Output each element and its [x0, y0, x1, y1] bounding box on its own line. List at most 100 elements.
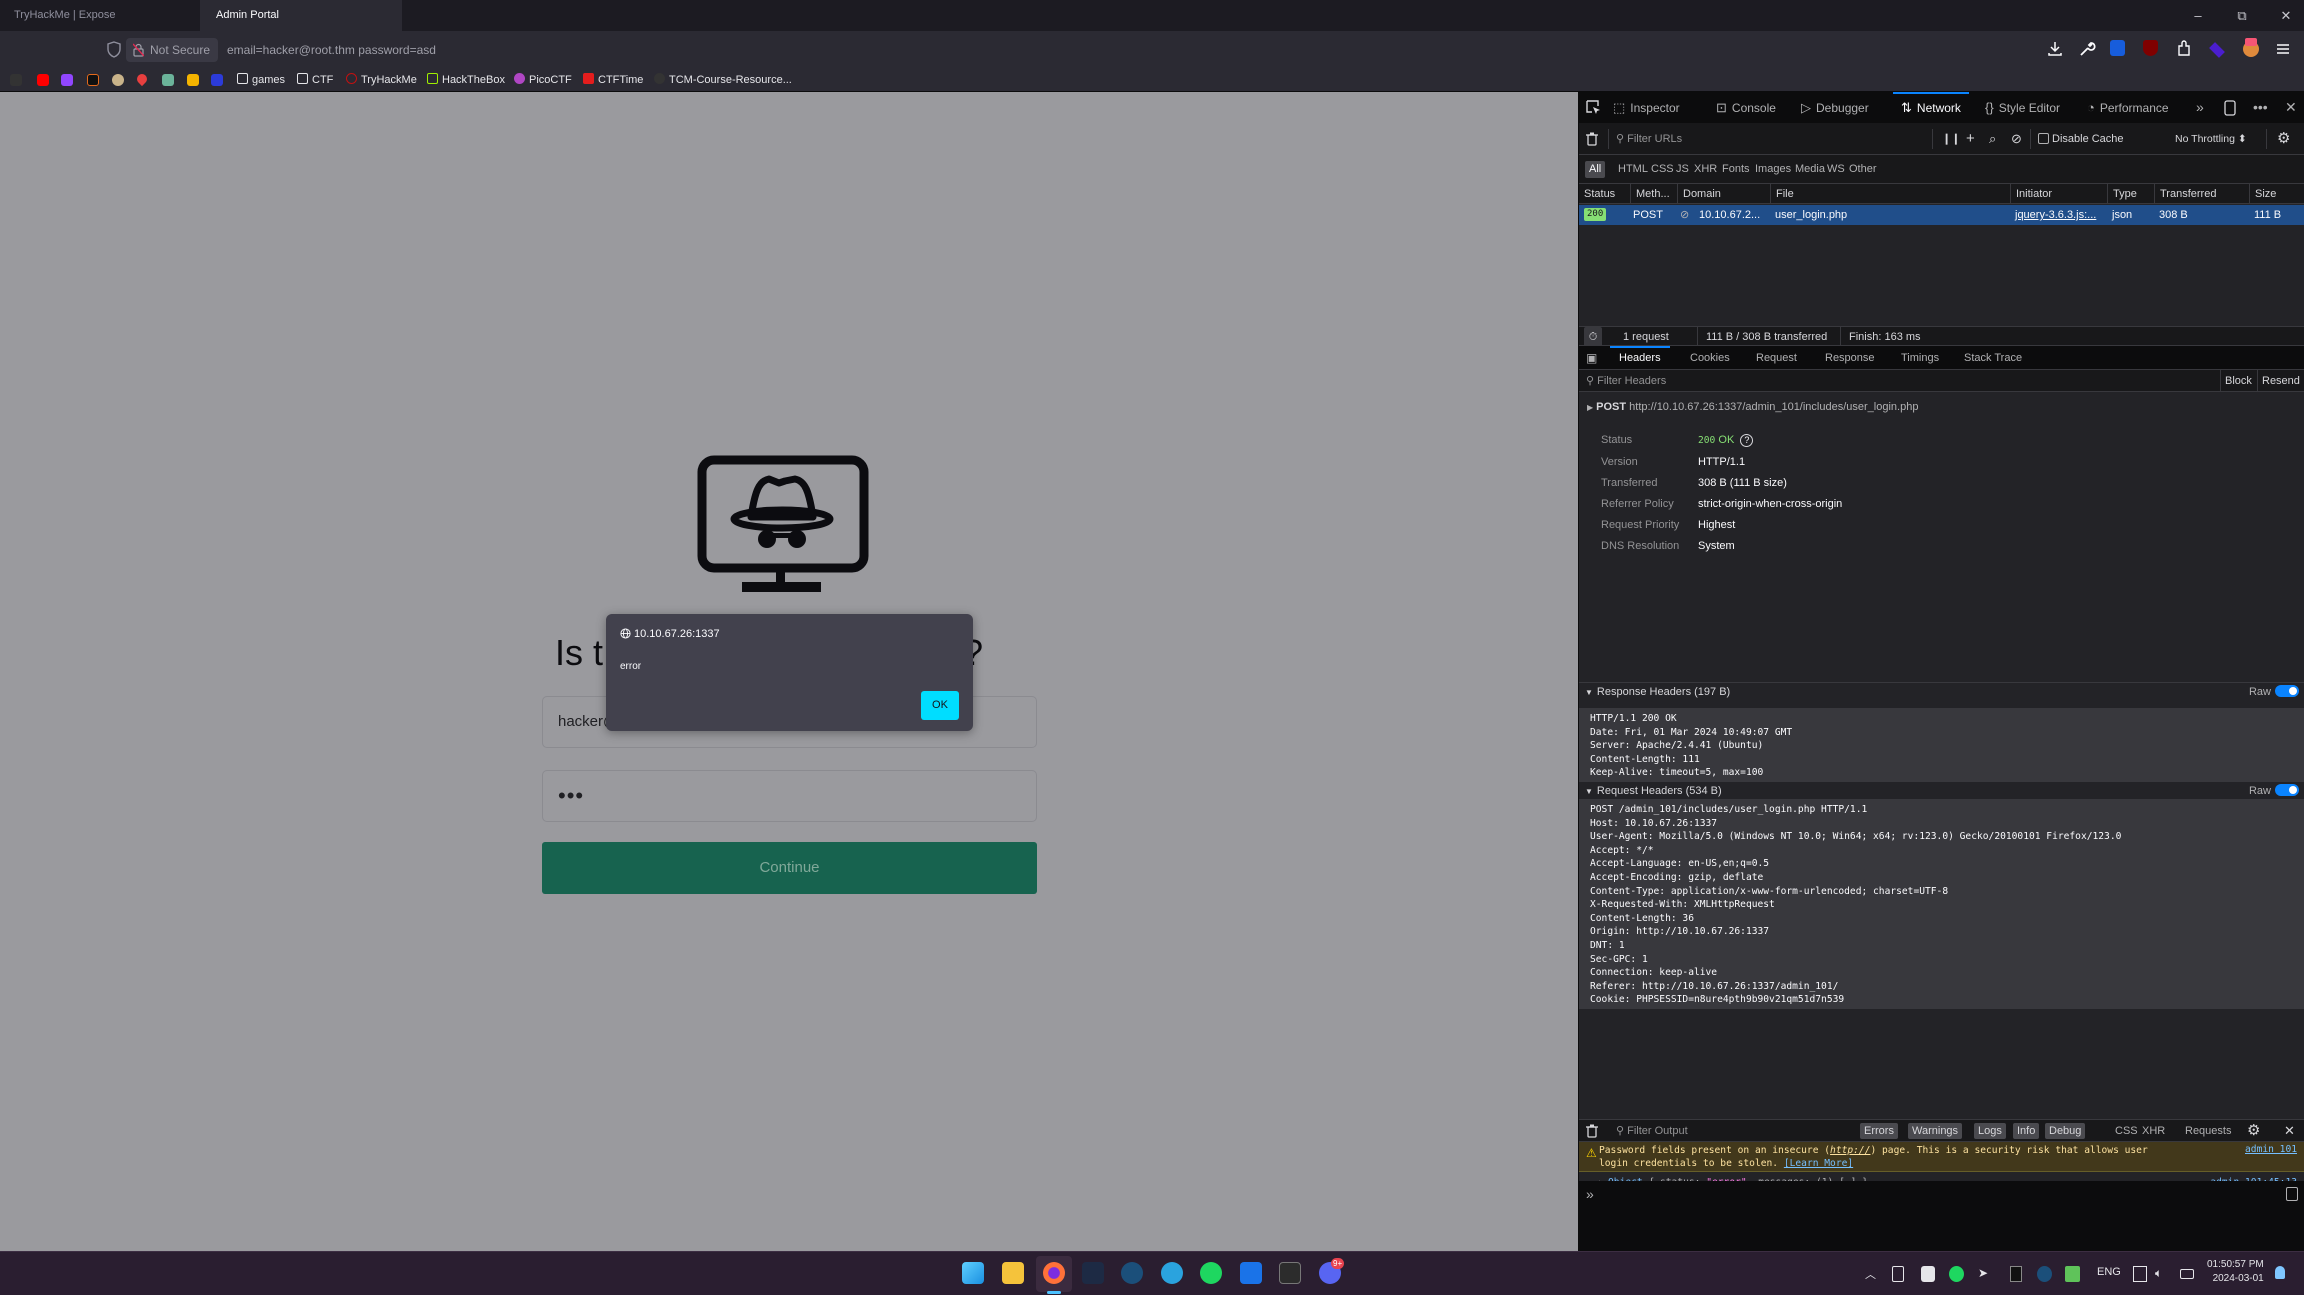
filter-headers-input[interactable]: ⚲ Filter Headers [1586, 370, 1666, 392]
column-type[interactable]: Type [2107, 184, 2137, 204]
console-settings-gear-icon[interactable]: ⚙ [2247, 1120, 2260, 1142]
steam-icon[interactable] [1121, 1262, 1143, 1284]
block-button[interactable]: Block [2220, 370, 2252, 392]
telegram-tray-icon[interactable]: ➤ [1978, 1266, 1988, 1282]
tab-request[interactable]: Request [1756, 346, 1797, 370]
column-method[interactable]: Meth... [1630, 184, 1670, 204]
system-clock[interactable]: 01:50:57 PM 2024-03-01 [2207, 1258, 2264, 1286]
search-icon[interactable]: ⌕ [1989, 123, 1996, 155]
not-secure-indicator[interactable]: Not Secure [126, 38, 218, 62]
bookmark-youtube-icon[interactable] [37, 74, 49, 86]
tab-tryhackme-expose[interactable]: TryHackMe | Expose [0, 0, 200, 31]
bookmark-gmail-icon[interactable] [187, 74, 199, 86]
bookmark-ctftime[interactable]: CTFTime [583, 69, 643, 91]
hamburger-menu-icon[interactable] [2274, 40, 2292, 58]
tab-network[interactable]: ⇅ Network [1893, 92, 1969, 123]
console-input[interactable]: » [1579, 1181, 2304, 1251]
response-headers-section[interactable]: ▼ Response Headers (197 B) Raw [1579, 682, 2304, 700]
pause-icon[interactable]: ❙❙ [1942, 123, 1960, 155]
terminal-icon[interactable] [1279, 1262, 1301, 1284]
minimize-button[interactable]: – [2180, 0, 2216, 31]
throttling-select[interactable]: No Throttling ⬍ [2175, 123, 2247, 155]
filter-output-input[interactable]: ⚲ Filter Output [1616, 1120, 1688, 1142]
filter-info-button[interactable]: Info [2013, 1123, 2040, 1139]
request-initiator-link[interactable]: jquery-3.6.3.js:... [2015, 205, 2096, 225]
extensions-icon[interactable] [2175, 40, 2193, 58]
help-icon[interactable]: ? [1740, 434, 1754, 447]
warning-source-link[interactable]: admin 101 [2245, 1144, 2297, 1155]
foxyproxy-icon[interactable] [2243, 38, 2259, 57]
responsive-design-icon[interactable] [2224, 100, 2236, 116]
tab-headers[interactable]: Headers [1610, 346, 1670, 370]
block-requests-icon[interactable]: ⊘ [2011, 123, 2022, 155]
password-field[interactable]: ••• [542, 770, 1037, 822]
url-bar[interactable]: Not Secure email=hacker@root.thm passwor… [126, 36, 2026, 64]
more-tools-chevron-icon[interactable]: » [2196, 92, 2204, 123]
bookmark-hackthebox[interactable]: HackTheBox [427, 69, 505, 91]
network-icon[interactable] [2133, 1266, 2147, 1282]
tab-style-editor[interactable]: {} Style Editor [1985, 92, 2060, 123]
bookmark-twitch-icon[interactable] [61, 74, 73, 86]
resend-button[interactable]: Resend [2257, 370, 2300, 392]
restore-button[interactable]: ⧉ [2224, 0, 2260, 31]
show-hidden-icons-chevron-icon[interactable]: ︿ [1865, 1266, 1876, 1282]
filter-urls-input[interactable]: ⚲ Filter URLs [1616, 123, 1682, 155]
filter-images[interactable]: Images [1751, 161, 1795, 178]
performance-analysis-stopwatch-icon[interactable]: ⏱ [1584, 327, 1602, 347]
column-file[interactable]: File [1770, 184, 1794, 204]
wrench-icon[interactable] [2078, 40, 2096, 58]
discord-tray-icon[interactable] [1921, 1266, 1935, 1282]
bitwarden-icon[interactable] [2110, 40, 2125, 56]
tab-inspector[interactable]: ⬚ Inspector [1613, 92, 1680, 123]
spotify-tray-icon[interactable] [1949, 1266, 1964, 1282]
bookmark-chatgpt-icon[interactable] [162, 74, 174, 86]
tab-debugger[interactable]: ▷ Debugger [1801, 92, 1869, 123]
battery-icon[interactable] [2180, 1269, 2194, 1279]
bookmark-folder-games[interactable]: games [237, 69, 285, 91]
request-url-summary[interactable]: ▶ POST http://10.10.67.26:1337/admin_101/… [1587, 401, 1918, 413]
clear-console-trash-icon[interactable] [1586, 1124, 1598, 1138]
bookmark-tryhackme[interactable]: TryHackMe [346, 69, 417, 91]
firefox-icon[interactable] [1043, 1262, 1065, 1284]
url-text[interactable]: email=hacker@root.thm password=asd [227, 38, 436, 62]
tab-cookies[interactable]: Cookies [1690, 346, 1730, 370]
column-domain[interactable]: Domain [1677, 184, 1721, 204]
bookmark-tcm-course-resources[interactable]: TCM-Course-Resource... [654, 69, 792, 91]
column-initiator[interactable]: Initiator [2010, 184, 2052, 204]
app-icon[interactable] [1082, 1262, 1104, 1284]
learn-more-link[interactable]: [Learn More] [1784, 1158, 1853, 1169]
proton-vpn-icon[interactable] [2209, 42, 2225, 58]
filter-fonts[interactable]: Fonts [1718, 161, 1754, 178]
tab-console[interactable]: ⊡ Console [1716, 92, 1776, 123]
column-status[interactable]: Status [1579, 184, 1615, 204]
bookmark-picoctf[interactable]: PicoCTF [514, 69, 572, 91]
ublock-origin-icon[interactable] [2143, 40, 2158, 56]
alert-ok-button[interactable]: OK [921, 691, 959, 720]
filter-warnings-button[interactable]: Warnings [1908, 1123, 1963, 1139]
vpn-tray-icon[interactable] [2065, 1266, 2080, 1282]
tiktok-app-icon[interactable] [1240, 1262, 1262, 1284]
add-request-blocking-icon[interactable]: + [1966, 123, 1975, 155]
filter-requests-button[interactable]: Requests [2181, 1123, 2235, 1139]
raw-toggle-response[interactable]: Raw [2249, 683, 2299, 701]
file-explorer-icon[interactable] [1002, 1262, 1024, 1284]
filter-xhr[interactable]: XHR [1690, 161, 1721, 178]
network-settings-gear-icon[interactable]: ⚙ [2277, 123, 2290, 155]
telegram-icon[interactable] [1161, 1262, 1183, 1284]
more-options-icon[interactable]: ••• [2253, 92, 2268, 123]
disable-cache-checkbox[interactable]: Disable Cache [2038, 123, 2124, 155]
filter-logs-button[interactable]: Logs [1974, 1123, 2006, 1139]
downloads-icon[interactable] [2046, 40, 2064, 58]
filter-xhr-button[interactable]: XHR [2138, 1123, 2169, 1139]
tab-timings[interactable]: Timings [1901, 346, 1939, 370]
column-size[interactable]: Size [2249, 184, 2276, 204]
steam-tray-icon[interactable] [2037, 1266, 2052, 1282]
clear-trash-icon[interactable] [1586, 132, 1598, 146]
bookmark-folder-ctf[interactable]: CTF [297, 69, 333, 91]
continue-button[interactable]: Continue [542, 842, 1037, 894]
battery-device-icon[interactable] [1892, 1266, 1904, 1282]
request-row[interactable]: 200 POST ⊘ 10.10.67.2... user_login.php … [1579, 205, 2304, 225]
element-picker-icon[interactable] [1586, 100, 1601, 115]
toggle-sidebar-icon[interactable]: ▣ [1586, 346, 1597, 370]
request-headers-section[interactable]: ▼ Request Headers (534 B) Raw [1579, 781, 2304, 799]
